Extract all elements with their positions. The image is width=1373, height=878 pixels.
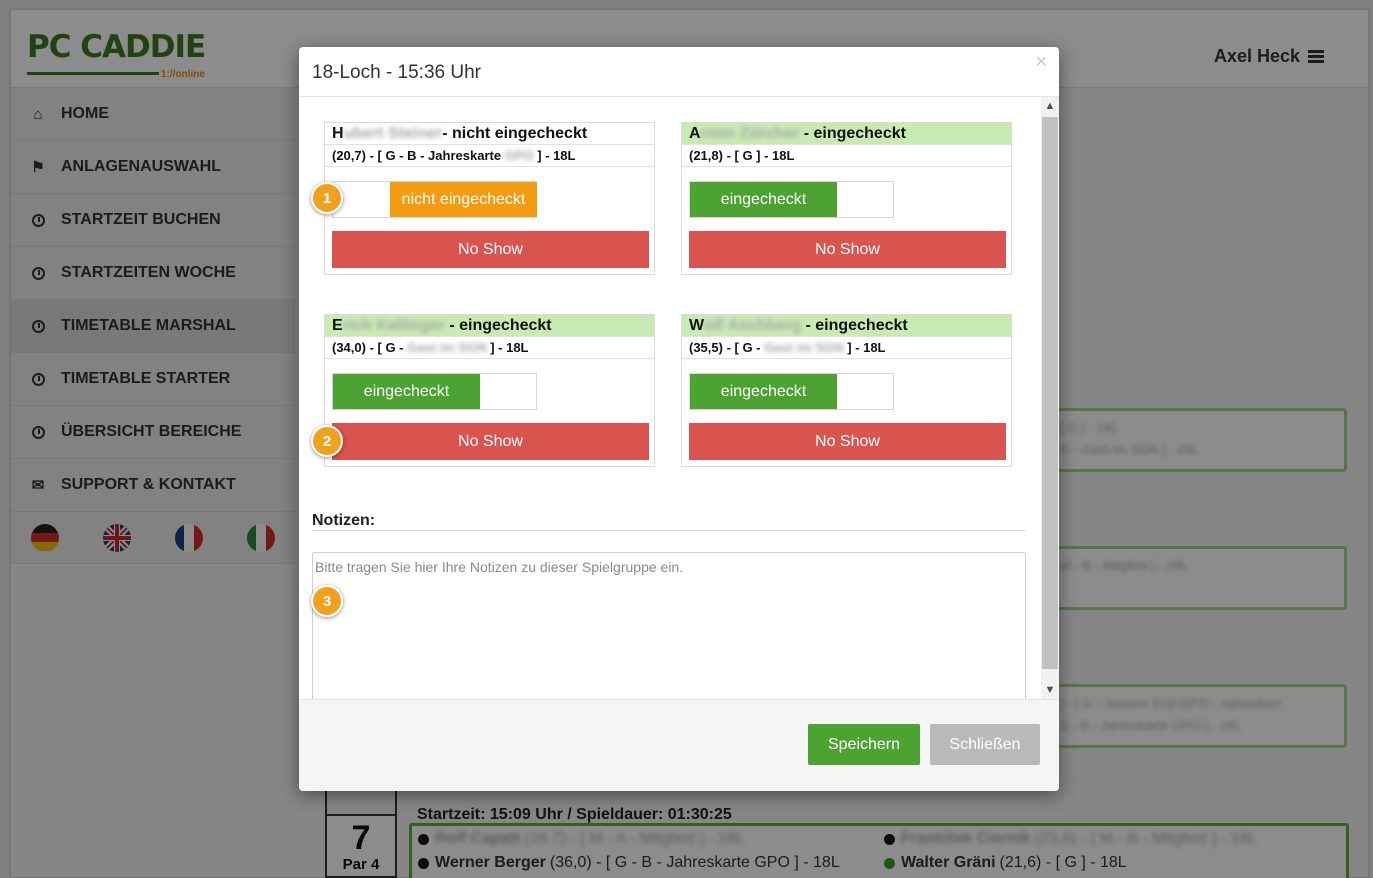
player-card: Hubert Steiner- nicht eingecheckt (20,7)… bbox=[324, 122, 655, 275]
player-info: (21,8) - [ G ] - 18L bbox=[682, 145, 1011, 167]
player-card: Erich Kallinger - eingecheckt (34,0) - [… bbox=[324, 314, 655, 467]
checkin-toggle-label: nicht eingecheckt bbox=[390, 182, 537, 217]
no-show-button[interactable]: No Show bbox=[689, 423, 1006, 460]
dialog-header: 18-Loch - 15:36 Uhr × bbox=[299, 47, 1059, 97]
dialog-body: Hubert Steiner- nicht eingecheckt (20,7)… bbox=[299, 97, 1041, 699]
checkin-toggle[interactable]: eingecheckt bbox=[689, 181, 894, 218]
scroll-up-icon[interactable]: ▲ bbox=[1041, 97, 1059, 115]
player-card: Armin Zürcher - eingecheckt (21,8) - [ G… bbox=[681, 122, 1012, 275]
player-info: (35,5) - [ G - Gast im SGN ] - 18L bbox=[682, 337, 1011, 359]
scroll-down-icon[interactable]: ▼ bbox=[1041, 681, 1059, 699]
notes-divider bbox=[312, 530, 1026, 531]
player-name: Hubert Steiner- nicht eingecheckt bbox=[325, 123, 654, 145]
callout-badge-2: 2 bbox=[311, 425, 343, 457]
checkin-toggle[interactable]: nicht eingecheckt bbox=[332, 181, 537, 218]
callout-badge-1: 1 bbox=[311, 182, 343, 214]
close-icon[interactable]: × bbox=[1035, 51, 1047, 74]
player-info: (20,7) - [ G - B - Jahreskarte GPO ] - 1… bbox=[325, 145, 654, 167]
close-button[interactable]: Schließen bbox=[930, 724, 1040, 765]
notes-textarea[interactable] bbox=[312, 552, 1026, 699]
player-info: (34,0) - [ G - Gast im SGN ] - 18L bbox=[325, 337, 654, 359]
checkin-toggle-label: eingecheckt bbox=[690, 374, 837, 409]
dialog-scrollbar[interactable]: ▲ ▼ bbox=[1041, 97, 1059, 699]
no-show-button[interactable]: No Show bbox=[332, 231, 649, 268]
player-name: Erich Kallinger - eingecheckt bbox=[325, 315, 654, 337]
checkin-toggle[interactable]: eingecheckt bbox=[689, 373, 894, 410]
player-card: Wolf Aschberg - eingecheckt (35,5) - [ G… bbox=[681, 314, 1012, 467]
no-show-button[interactable]: No Show bbox=[332, 423, 649, 460]
dialog-title: 18-Loch - 15:36 Uhr bbox=[312, 62, 481, 83]
save-button[interactable]: Speichern bbox=[808, 724, 920, 765]
flight-dialog: 18-Loch - 15:36 Uhr × Hubert Steiner- ni… bbox=[299, 47, 1059, 791]
scrollbar-thumb[interactable] bbox=[1042, 117, 1058, 669]
notes-label: Notizen: bbox=[312, 512, 376, 529]
no-show-button[interactable]: No Show bbox=[689, 231, 1006, 268]
checkin-toggle[interactable]: eingecheckt bbox=[332, 373, 537, 410]
player-name: Wolf Aschberg - eingecheckt bbox=[682, 315, 1011, 337]
checkin-toggle-label: eingecheckt bbox=[333, 374, 480, 409]
checkin-toggle-label: eingecheckt bbox=[690, 182, 837, 217]
callout-badge-3: 3 bbox=[311, 585, 343, 617]
player-name: Armin Zürcher - eingecheckt bbox=[682, 123, 1011, 145]
